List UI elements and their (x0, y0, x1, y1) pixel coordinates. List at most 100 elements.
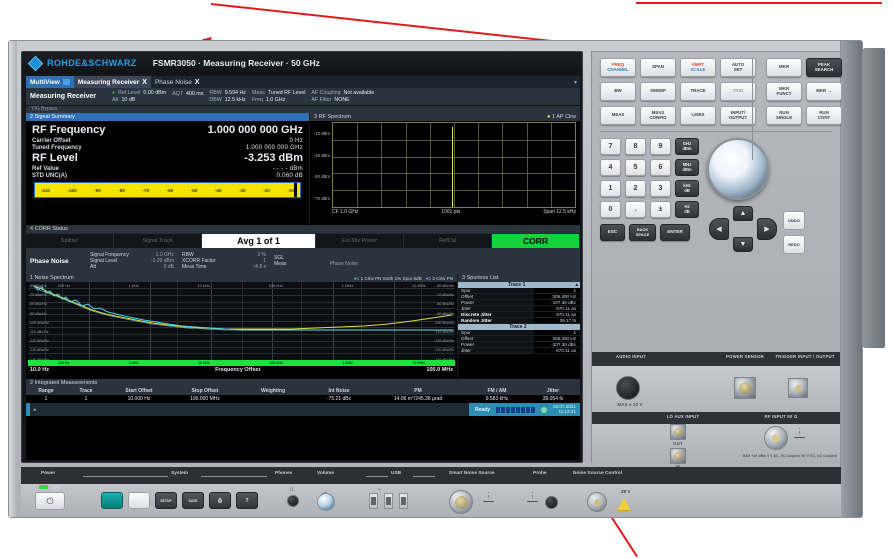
corr-cell-average: Avg 1 of 1 (202, 234, 316, 248)
key-run-single[interactable]: RUN SINGLE (766, 106, 802, 125)
trigger-io-connector[interactable] (788, 378, 808, 398)
y-tick: -90 dBc/Hz (29, 312, 49, 316)
key-9[interactable]: 9 (650, 138, 671, 155)
lo-aux-out-connector[interactable] (670, 424, 686, 440)
corr-cell-signal-track[interactable]: Signal Track (114, 234, 202, 248)
key-decimal-point[interactable]: . (625, 201, 646, 218)
key-3[interactable]: 3 (650, 180, 671, 197)
key-enter[interactable]: ENTER (660, 224, 690, 241)
key-esc[interactable]: ESC (600, 224, 625, 241)
key-mkr-to[interactable]: MKR → (806, 82, 842, 101)
smart-noise-source-connector[interactable] (449, 490, 473, 514)
ci-key: RBW (209, 90, 221, 96)
system-button-help[interactable]: ? (236, 492, 258, 509)
key-auto-set[interactable]: AUTO SET (720, 58, 756, 77)
system-button-preset[interactable] (101, 492, 123, 509)
chevron-down-icon[interactable]: ▾ (574, 79, 580, 86)
pn-value: 0 dB (142, 264, 174, 270)
tab-measuring-receiver[interactable]: Measuring Receiver X (74, 76, 151, 88)
key-trace[interactable]: TRACE (680, 82, 716, 101)
key-4[interactable]: 4 (600, 159, 621, 176)
key-span[interactable]: SPAN (640, 58, 676, 77)
numeric-keypad: 7 8 9 GHz dBm 4 5 6 MHz dBm (600, 138, 699, 254)
label-phones: Phones (275, 471, 292, 476)
key-mkr-funct[interactable]: MKR FUNCT (766, 82, 802, 101)
tab-phase-noise[interactable]: Phase Noise X (151, 76, 204, 88)
corr-cell-refcal[interactable]: RefCal (404, 234, 492, 248)
key-2[interactable]: 2 (625, 180, 646, 197)
key-5[interactable]: 5 (625, 159, 646, 176)
power-sensor-connector[interactable] (734, 377, 756, 399)
y-tick: -120 dBc/Hz (29, 339, 49, 343)
tick: -90 (94, 188, 101, 193)
volume-knob[interactable] (317, 493, 335, 511)
close-icon[interactable]: X (195, 79, 200, 86)
key-sign-toggle[interactable]: ± (650, 201, 671, 218)
key-sweep[interactable]: SWEEP (640, 82, 676, 101)
usb-port-3[interactable] (399, 493, 408, 509)
key-6[interactable]: 6 (650, 159, 671, 176)
key-input-output[interactable]: INPUT/ OUTPUT (720, 106, 756, 125)
key-trig[interactable]: TRIG (720, 82, 756, 101)
noise-trace2-label: 2 Clrw PN (432, 276, 453, 281)
rotary-knob[interactable] (707, 138, 769, 200)
system-button-setup[interactable]: SETUP (155, 492, 177, 509)
key-bw[interactable]: BW (600, 82, 636, 101)
scroll-indicator-icon[interactable]: ◂ (33, 407, 36, 413)
noise-source-control-connector[interactable] (587, 492, 607, 512)
key-unit-hz[interactable]: Hz dB (675, 201, 699, 218)
key-undo[interactable]: UNDO (783, 211, 805, 230)
key-mkr[interactable]: MKR (766, 58, 802, 77)
brand-name: ROHDE&SCHWARZ (47, 58, 137, 68)
key-redo[interactable]: REDO (783, 235, 805, 254)
key-ampt-scale[interactable]: AMPT SCALE (680, 58, 716, 77)
arrow-left-icon[interactable]: ◀ (709, 218, 729, 240)
noise-trace2-legend[interactable]: ●2 2 Clrw PN (426, 276, 453, 281)
key-0[interactable]: 0 (600, 201, 621, 218)
tab-multiview[interactable]: MultiView (26, 76, 74, 88)
key-1[interactable]: 1 (600, 180, 621, 197)
arrow-right-icon[interactable]: ▶ (757, 218, 777, 240)
y-tick: -120 dBc/Hz (434, 339, 454, 343)
key-unit-khz[interactable]: kHz dB (675, 180, 699, 197)
key-label-1: MKR (779, 65, 789, 70)
system-button-save[interactable]: SAVE (182, 492, 204, 509)
corr-cell-ext-mix-power[interactable]: Ext Mix Power (316, 234, 404, 248)
arrow-down-icon[interactable]: ▼ (733, 237, 753, 252)
level-bargraph-ticks: -110 -100 -90 -80 -70 -60 -50 -40 -30 -2… (35, 188, 300, 193)
usb-port-1[interactable] (369, 493, 378, 509)
arrow-up-icon[interactable]: ▲ (733, 206, 753, 221)
key-unit-mhz[interactable]: MHz dBm (675, 159, 699, 176)
system-button-print[interactable]: ⎙ (209, 492, 231, 509)
noise-spectrum-range-bar[interactable]: 100 Hz 1 kHz 10 kHz 100 kHz 1 MHz 10 MHz (28, 360, 455, 366)
key-backspace[interactable]: BACK SPACE (629, 224, 656, 241)
key-peak-search[interactable]: PEAK SEARCH (806, 58, 842, 77)
noise-trace1-legend[interactable]: ●1 1 Clrw PN Smth 1% Spur 6dB (354, 276, 422, 281)
probe-connector[interactable] (545, 496, 558, 509)
col-trace: Trace (66, 387, 106, 395)
key-freq-channel[interactable]: FREQ CHANNEL (600, 58, 636, 77)
system-button-user[interactable] (128, 492, 150, 509)
x-tick: 10 MHz (412, 283, 426, 288)
key-run-cont[interactable]: RUN CONT (806, 106, 842, 125)
lo-aux-in-connector[interactable] (670, 448, 686, 464)
key-meas[interactable]: MEAS (600, 106, 636, 125)
col-jitter: Jitter (528, 387, 578, 395)
close-icon[interactable]: X (142, 79, 147, 86)
key-lines[interactable]: LINES (680, 106, 716, 125)
key-label-2: CONT (818, 116, 830, 121)
rf-input-connector[interactable] (764, 426, 788, 450)
power-button[interactable]: ⏻ (35, 492, 65, 510)
key-8[interactable]: 8 (625, 138, 646, 155)
key-unit-ghz[interactable]: GHz dBm (675, 138, 699, 155)
phones-jack[interactable] (287, 495, 299, 507)
rf-spectrum-trace-legend[interactable]: ● 1 AP Clrw (547, 114, 576, 120)
corr-cell-splitter[interactable]: Splitter (26, 234, 114, 248)
table-row[interactable]: 1 1 10.000 Hz 100.000 MHz -75.21 dBc 14.… (26, 395, 580, 403)
tab-bar-spacer (203, 76, 574, 88)
key-meas-config[interactable]: MEAS CONFIG (640, 106, 676, 125)
audio-input-jack[interactable] (616, 376, 640, 400)
usb-port-2[interactable] (384, 493, 393, 509)
key-7[interactable]: 7 (600, 138, 621, 155)
channel-title: Measuring Receiver (30, 90, 106, 103)
